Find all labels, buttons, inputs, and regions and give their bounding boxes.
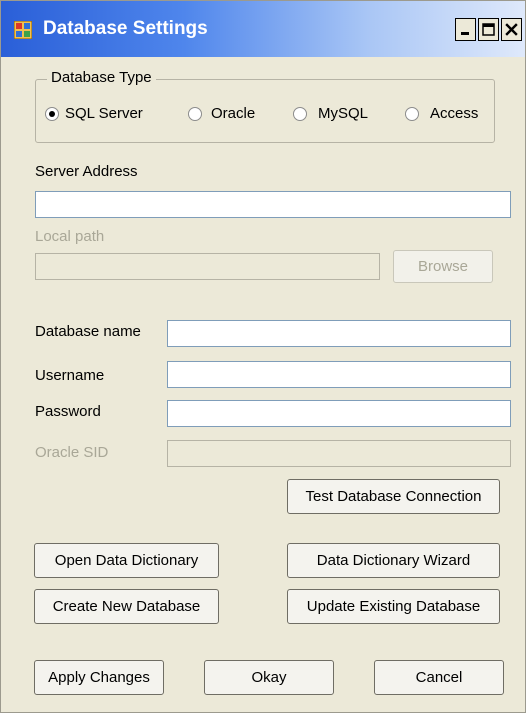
radio-label-access[interactable]: Access [430,105,478,122]
create-database-button[interactable]: Create New Database [34,589,219,624]
radio-mysql[interactable] [293,107,307,121]
minimize-icon [461,32,469,35]
radio-label-oracle[interactable]: Oracle [211,105,255,122]
username-field[interactable] [167,361,511,388]
minimize-button[interactable] [455,18,476,41]
radio-access[interactable] [405,107,419,121]
update-database-button[interactable]: Update Existing Database [287,589,500,624]
data-dictionary-wizard-button[interactable]: Data Dictionary Wizard [287,543,500,578]
oracle-sid-label: Oracle SID [35,444,109,461]
oracle-sid-input [168,441,510,466]
okay-button[interactable]: Okay [204,660,334,695]
oracle-sid-field [167,440,511,467]
radio-label-mysql[interactable]: MySQL [318,105,368,122]
database-name-label: Database name [35,323,141,340]
username-label: Username [35,367,105,384]
username-input[interactable] [168,362,510,387]
apply-changes-button[interactable]: Apply Changes [34,660,164,695]
radio-oracle[interactable] [188,107,202,121]
radio-selected-dot [49,111,55,117]
title-bar[interactable]: Database Settings [1,1,525,57]
open-data-dictionary-button[interactable]: Open Data Dictionary [34,543,219,578]
server-address-label: Server Address [35,163,138,180]
close-button[interactable] [501,18,522,41]
server-address-field[interactable] [35,191,511,218]
local-path-field [35,253,380,280]
database-app-icon [14,21,32,39]
database-name-input[interactable] [168,321,510,346]
database-name-field[interactable] [167,320,511,347]
password-field[interactable] [167,400,511,427]
local-path-input [36,254,379,279]
cancel-button[interactable]: Cancel [374,660,504,695]
test-connection-button[interactable]: Test Database Connection [287,479,500,514]
close-icon [505,23,518,36]
window-title: Database Settings [43,18,208,39]
radio-label-sql-server[interactable]: SQL Server [65,105,143,122]
browse-button: Browse [393,250,493,283]
radio-sql-server[interactable] [45,107,59,121]
database-type-group-label: Database Type [47,69,156,86]
server-address-input[interactable] [36,192,510,217]
password-label: Password [35,403,101,420]
password-input[interactable] [168,401,510,426]
maximize-icon [482,23,495,36]
maximize-button[interactable] [478,18,499,41]
local-path-label: Local path [35,228,105,245]
database-settings-window: Database Settings Database Type SQL Serv… [0,0,526,713]
